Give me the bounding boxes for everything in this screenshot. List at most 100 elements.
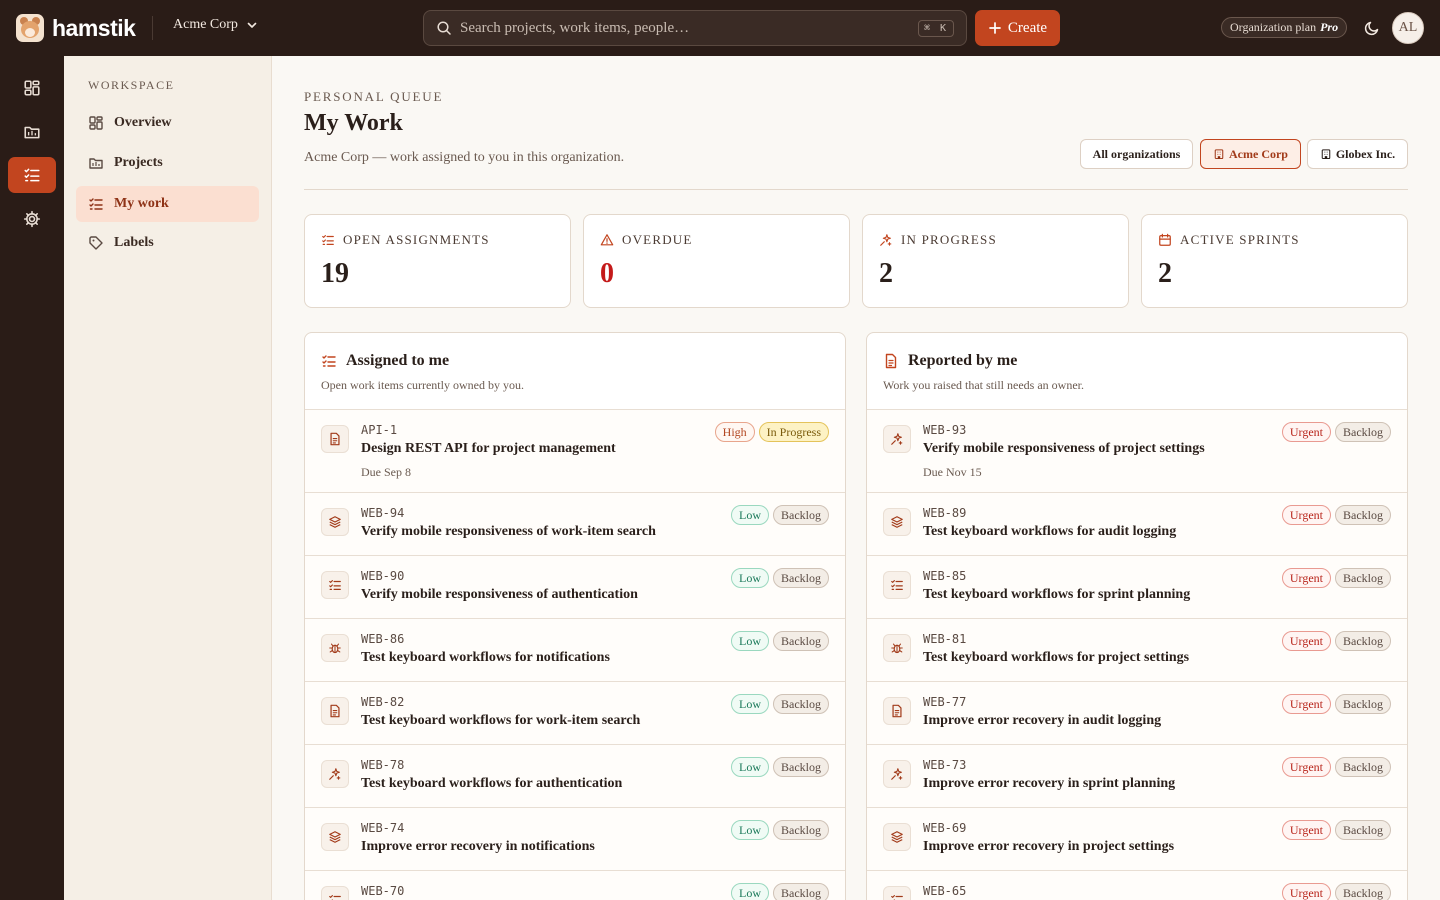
work-item-row[interactable]: WEB-85 Test keyboard workflows for sprint… <box>867 555 1407 618</box>
work-item-title: Verify mobile responsiveness of project … <box>923 441 1205 456</box>
search-input[interactable] <box>460 19 918 37</box>
stat-value: 2 <box>879 258 893 289</box>
status-badge: Backlog <box>1335 422 1391 442</box>
document-icon <box>321 425 349 453</box>
status-badge: Backlog <box>1335 568 1391 588</box>
work-item-row[interactable]: WEB-90 Verify mobile responsiveness of au… <box>305 555 845 618</box>
work-item-title: Test keyboard workflows for project sett… <box>923 650 1190 665</box>
work-item-key: WEB-78 <box>361 758 405 772</box>
work-item-title: Improve error recovery in notifications <box>361 839 595 854</box>
work-item-row[interactable]: WEB-65 Urgent Backlog <box>867 870 1407 900</box>
sidebar-item-projects[interactable]: Projects <box>76 145 259 181</box>
divider <box>152 16 153 40</box>
bug-icon <box>883 634 911 662</box>
work-item-row[interactable]: WEB-94 Verify mobile responsiveness of wo… <box>305 492 845 555</box>
page-eyebrow: PERSONAL QUEUE <box>304 89 444 104</box>
sparkle-icon <box>883 425 911 453</box>
work-item-key: API-1 <box>361 423 398 437</box>
work-item-row[interactable]: WEB-82 Test keyboard workflows for work-i… <box>305 681 845 744</box>
stat-open-assignments: OPEN ASSIGNMENTS 19 <box>304 214 571 308</box>
work-item-row[interactable]: WEB-74 Improve error recovery in notifica… <box>305 807 845 870</box>
work-item-row[interactable]: WEB-89 Test keyboard workflows for audit … <box>867 492 1407 555</box>
sparkle-icon <box>321 760 349 788</box>
work-item-key: WEB-73 <box>923 758 967 772</box>
priority-badge: Low <box>731 694 769 714</box>
rail-overview[interactable] <box>8 70 56 106</box>
status-badge: In Progress <box>758 422 829 442</box>
create-button[interactable]: Create <box>975 10 1060 46</box>
status-badge: Backlog <box>773 820 829 840</box>
top-bar: hamstik Acme Corp ⌘ K Create Organizatio… <box>0 0 1440 56</box>
rail-settings[interactable] <box>8 201 56 237</box>
work-item-due-date: Due Sep 8 <box>361 465 411 479</box>
status-badge: Backlog <box>773 568 829 588</box>
document-icon <box>321 697 349 725</box>
tasks-icon <box>883 886 911 900</box>
work-item-row[interactable]: WEB-73 Improve error recovery in sprint p… <box>867 744 1407 807</box>
work-item-row[interactable]: WEB-81 Test keyboard workflows for projec… <box>867 618 1407 681</box>
search-shortcut-hint: ⌘ K <box>917 19 954 37</box>
status-badge: Backlog <box>773 757 829 777</box>
sparkle-icon <box>883 760 911 788</box>
rail-my-work[interactable] <box>8 157 56 193</box>
sidebar-item-labels[interactable]: Labels <box>76 225 259 261</box>
filter-label: Globex Inc. <box>1335 146 1396 161</box>
layers-icon <box>321 508 349 536</box>
work-item-row[interactable]: WEB-78 Test keyboard workflows for authen… <box>305 744 845 807</box>
building-icon <box>1213 148 1225 160</box>
sidebar-item-label: Overview <box>114 115 172 130</box>
status-badge: Backlog <box>1335 694 1391 714</box>
work-item-row[interactable]: WEB-77 Improve error recovery in audit lo… <box>867 681 1407 744</box>
work-item-title: Test keyboard workflows for authenticati… <box>361 776 623 791</box>
stat-value: 19 <box>321 258 349 289</box>
plan-name: Pro <box>1320 20 1339 34</box>
document-icon <box>883 353 899 369</box>
work-item-row[interactable]: WEB-86 Test keyboard workflows for notifi… <box>305 618 845 681</box>
filter-label: Acme Corp <box>1229 146 1288 161</box>
plan-label: Organization plan <box>1230 20 1317 34</box>
work-item-key: WEB-90 <box>361 569 405 583</box>
work-item-list: WEB-93 Verify mobile responsiveness of pr… <box>867 409 1407 900</box>
work-item-row[interactable]: WEB-69 Improve error recovery in project … <box>867 807 1407 870</box>
stat-value: 2 <box>1158 258 1172 289</box>
priority-badge: Urgent <box>1281 757 1331 777</box>
sidebar-item-overview[interactable]: Overview <box>76 105 259 141</box>
reported-by-me-panel: Reported by me Work you raised that stil… <box>866 332 1408 900</box>
panel-title: Reported by me <box>908 352 1018 369</box>
priority-badge: Low <box>731 820 769 840</box>
user-avatar[interactable]: AL <box>1392 12 1424 44</box>
app-name: hamstik <box>52 14 136 41</box>
work-item-row[interactable]: WEB-93 Verify mobile responsiveness of pr… <box>867 409 1407 492</box>
sparkle-icon <box>879 233 893 247</box>
gear-icon <box>23 210 41 228</box>
work-item-key: WEB-77 <box>923 695 967 709</box>
filter-all-organizations[interactable]: All organizations <box>1080 139 1193 169</box>
plan-badge[interactable]: Organization plan Pro <box>1221 17 1348 38</box>
filter-globex-inc[interactable]: Globex Inc. <box>1307 139 1408 169</box>
stat-label: OVERDUE <box>622 232 693 247</box>
work-item-title: Improve error recovery in audit logging <box>923 713 1162 728</box>
sidebar-item-my-work[interactable]: My work <box>76 186 259 222</box>
organization-switcher[interactable]: Acme Corp <box>173 17 258 33</box>
assigned-to-me-panel: Assigned to me Open work items currently… <box>304 332 846 900</box>
work-item-row[interactable]: API-1 Design REST API for project managem… <box>305 409 845 492</box>
filter-acme-corp[interactable]: Acme Corp <box>1200 139 1301 169</box>
priority-badge: High <box>714 422 755 442</box>
panel-title: Assigned to me <box>346 352 450 369</box>
priority-badge: Low <box>731 631 769 651</box>
work-item-row[interactable]: WEB-70 Low Backlog <box>305 870 845 900</box>
work-item-title: Verify mobile responsiveness of work-ite… <box>361 524 656 539</box>
app-logo[interactable]: hamstik <box>16 14 136 42</box>
folder-icon <box>23 123 41 141</box>
theme-toggle-button[interactable] <box>1361 17 1383 39</box>
rail-projects[interactable] <box>8 114 56 150</box>
plus-icon <box>989 22 1001 34</box>
global-search[interactable]: ⌘ K <box>423 10 967 46</box>
stat-value: 0 <box>600 258 614 289</box>
tasks-icon <box>321 233 335 247</box>
status-badge: Backlog <box>1335 505 1391 525</box>
warning-icon <box>600 233 614 247</box>
tag-icon <box>88 235 104 251</box>
priority-badge: Urgent <box>1281 694 1331 714</box>
tasks-icon <box>321 571 349 599</box>
